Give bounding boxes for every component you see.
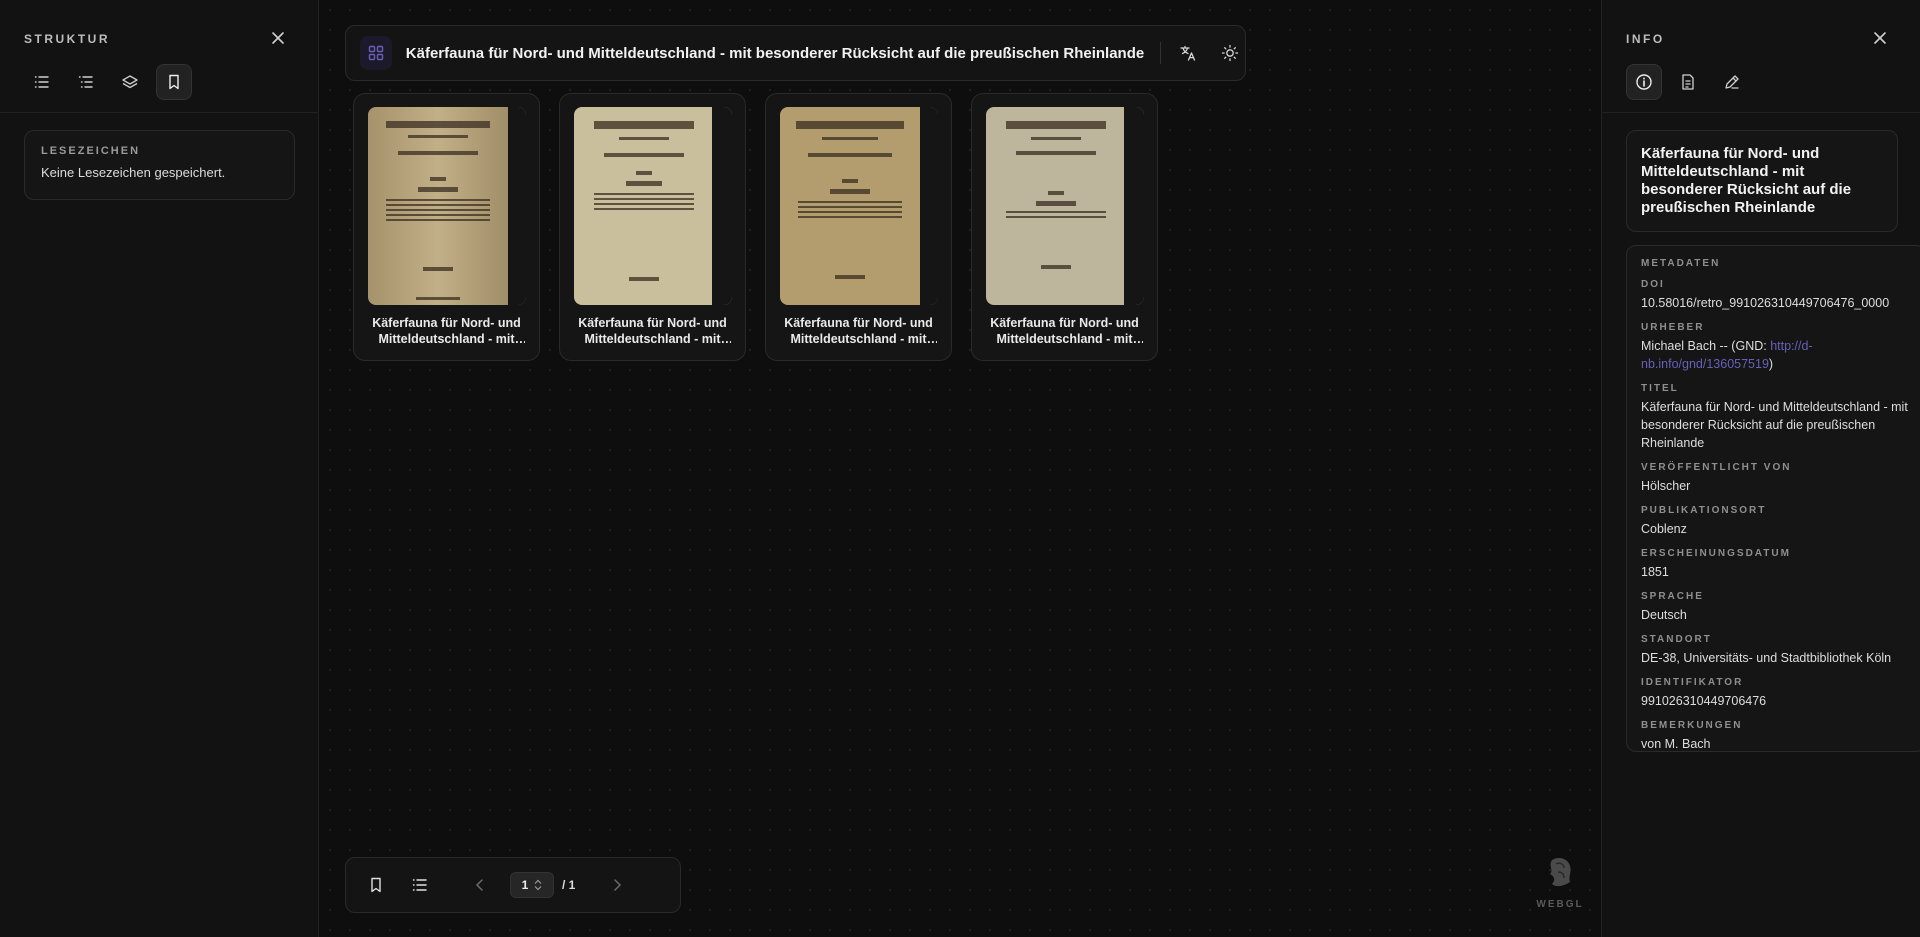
webgl-label: WEBGL xyxy=(1536,899,1584,910)
thumbnail-card[interactable]: Käferfauna für Nord- und Mitteldeutschla… xyxy=(765,93,952,361)
bookmarks-card: LESEZEICHEN Keine Lesezeichen gespeicher… xyxy=(24,130,295,200)
bookmarks-button[interactable] xyxy=(156,64,192,100)
close-icon xyxy=(1874,32,1886,44)
grid-icon xyxy=(368,45,384,61)
close-info-button[interactable] xyxy=(1868,26,1892,50)
document-icon xyxy=(1682,74,1694,90)
bookmark-icon xyxy=(371,877,381,893)
annotate-tab-button[interactable] xyxy=(1714,64,1750,100)
toc-toggle-button[interactable] xyxy=(404,869,436,901)
sprache-value: Deutsch xyxy=(1641,608,1687,622)
doi-label: DOI xyxy=(1641,279,1665,290)
book-cover-image xyxy=(780,107,938,305)
metadata-card: METADATEN DOI 10.58016/retro_99102631044… xyxy=(1626,245,1920,752)
document-title: Käferfauna für Nord- und Mitteldeutschla… xyxy=(405,44,1145,62)
thumbnail-card[interactable]: Käferfauna für Nord- und Mitteldeutschla… xyxy=(353,93,540,361)
gallery-view-button[interactable] xyxy=(360,36,392,70)
list-icon xyxy=(34,76,49,88)
pen-icon xyxy=(1725,75,1739,89)
urheber-label: URHEBER xyxy=(1641,322,1705,333)
identifikator-value: 991026310449706476 xyxy=(1641,694,1767,708)
info-panel-header: INFO xyxy=(1602,0,1920,113)
standort-label: STANDORT xyxy=(1641,634,1712,645)
info-panel: INFO Käferfauna für Nord- und Mitteldeut… xyxy=(1601,0,1920,937)
add-bookmark-button[interactable] xyxy=(360,869,392,901)
info-panel-title: INFO xyxy=(1626,32,1665,46)
doi-value: 10.58016/retro_991026310449706476_0000 xyxy=(1641,296,1890,310)
info-title-card: Käferfauna für Nord- und Mitteldeutschla… xyxy=(1626,130,1898,232)
chevron-left-icon xyxy=(475,879,483,891)
sprache-label: SPRACHE xyxy=(1641,591,1704,602)
page-total: / 1 xyxy=(562,878,576,892)
structure-panel: STRUKTUR LESEZEICHEN Keine Lesezeichen g… xyxy=(0,0,319,937)
list-icon xyxy=(412,879,427,891)
next-page-button[interactable] xyxy=(601,869,633,901)
title-divider xyxy=(1160,42,1162,64)
thumbnail-caption: Käferfauna für Nord- und Mitteldeutschla… xyxy=(784,316,933,346)
urheber-name: Michael Bach -- (GND: xyxy=(1641,339,1771,353)
verlag-value: Hölscher xyxy=(1641,479,1691,493)
page-number-input[interactable]: 1 xyxy=(510,872,554,898)
datum-value: 1851 xyxy=(1641,565,1669,579)
layers-icon xyxy=(122,75,138,89)
thumbnail-card[interactable]: Käferfauna für Nord- und Mitteldeutschla… xyxy=(971,93,1158,361)
ort-value: Coblenz xyxy=(1641,522,1687,536)
stepper-icon[interactable] xyxy=(534,879,542,891)
info-icon xyxy=(1636,74,1652,90)
datum-label: ERSCHEINUNGSDATUM xyxy=(1641,548,1791,559)
close-icon xyxy=(272,32,284,44)
bookmarks-empty-text: Keine Lesezeichen gespeichert. xyxy=(41,165,226,180)
titel-label: TITEL xyxy=(1641,383,1679,394)
bottom-toolbar: 1 / 1 xyxy=(345,857,681,913)
bookmark-icon xyxy=(169,74,179,90)
webgl-badge: WEBGL xyxy=(1530,856,1590,910)
language-button[interactable] xyxy=(1173,37,1203,69)
outline-button[interactable] xyxy=(68,64,104,100)
info-document-title: Käferfauna für Nord- und Mitteldeutschla… xyxy=(1641,145,1852,216)
thumbnail-caption: Käferfauna für Nord- und Mitteldeutschla… xyxy=(990,316,1139,346)
layers-button[interactable] xyxy=(112,64,148,100)
previous-page-button[interactable] xyxy=(464,869,496,901)
thumbnail-card[interactable]: Käferfauna für Nord- und Mitteldeutschla… xyxy=(559,93,746,361)
thumbnail-caption: Käferfauna für Nord- und Mitteldeutschla… xyxy=(578,316,727,346)
metadata-heading: METADATEN xyxy=(1641,258,1721,269)
structure-toolbar xyxy=(24,64,192,100)
document-title-bar: Käferfauna für Nord- und Mitteldeutschla… xyxy=(345,25,1246,81)
document-tab-button[interactable] xyxy=(1670,64,1706,100)
theme-toggle-button[interactable] xyxy=(1215,37,1245,69)
book-cover-image xyxy=(368,107,526,305)
thumbnail-gallery: Käferfauna für Nord- und Mitteldeutschla… xyxy=(353,93,1158,361)
close-structure-button[interactable] xyxy=(266,26,290,50)
book-cover-image xyxy=(574,107,732,305)
info-toolbar xyxy=(1626,64,1750,100)
standort-value: DE-38, Universitäts- und Stadtbibliothek… xyxy=(1641,651,1892,665)
identifikator-label: IDENTIFIKATOR xyxy=(1641,677,1744,688)
bemerkungen-label: BEMERKUNGEN xyxy=(1641,720,1743,731)
structure-panel-header: STRUKTUR xyxy=(0,0,318,113)
chevron-right-icon xyxy=(614,879,622,891)
sun-icon xyxy=(1221,44,1239,62)
current-page-value: 1 xyxy=(521,878,529,892)
translate-icon xyxy=(1180,45,1196,61)
webgl-logo-icon xyxy=(1550,858,1571,887)
book-cover-image xyxy=(986,107,1144,305)
titel-value: Käferfauna für Nord- und Mitteldeutschla… xyxy=(1641,400,1908,450)
verlag-label: VERÖFFENTLICHT VON xyxy=(1641,462,1792,473)
table-of-contents-button[interactable] xyxy=(24,64,60,100)
thumbnail-caption: Käferfauna für Nord- und Mitteldeutschla… xyxy=(372,316,521,346)
bemerkungen-value: von M. Bach xyxy=(1641,737,1711,751)
urheber-value: Michael Bach -- (GND: http://d-nb.info/g… xyxy=(1641,337,1851,373)
ort-label: PUBLIKATIONSORT xyxy=(1641,505,1767,516)
urheber-suffix: ) xyxy=(1768,357,1774,371)
info-tab-button[interactable] xyxy=(1626,64,1662,100)
structure-panel-title: STRUKTUR xyxy=(24,32,110,46)
bookmarks-label: LESEZEICHEN xyxy=(41,145,141,157)
indented-list-icon xyxy=(78,76,93,88)
viewer-canvas[interactable]: Käferfauna für Nord- und Mitteldeutschla… xyxy=(320,0,1601,937)
